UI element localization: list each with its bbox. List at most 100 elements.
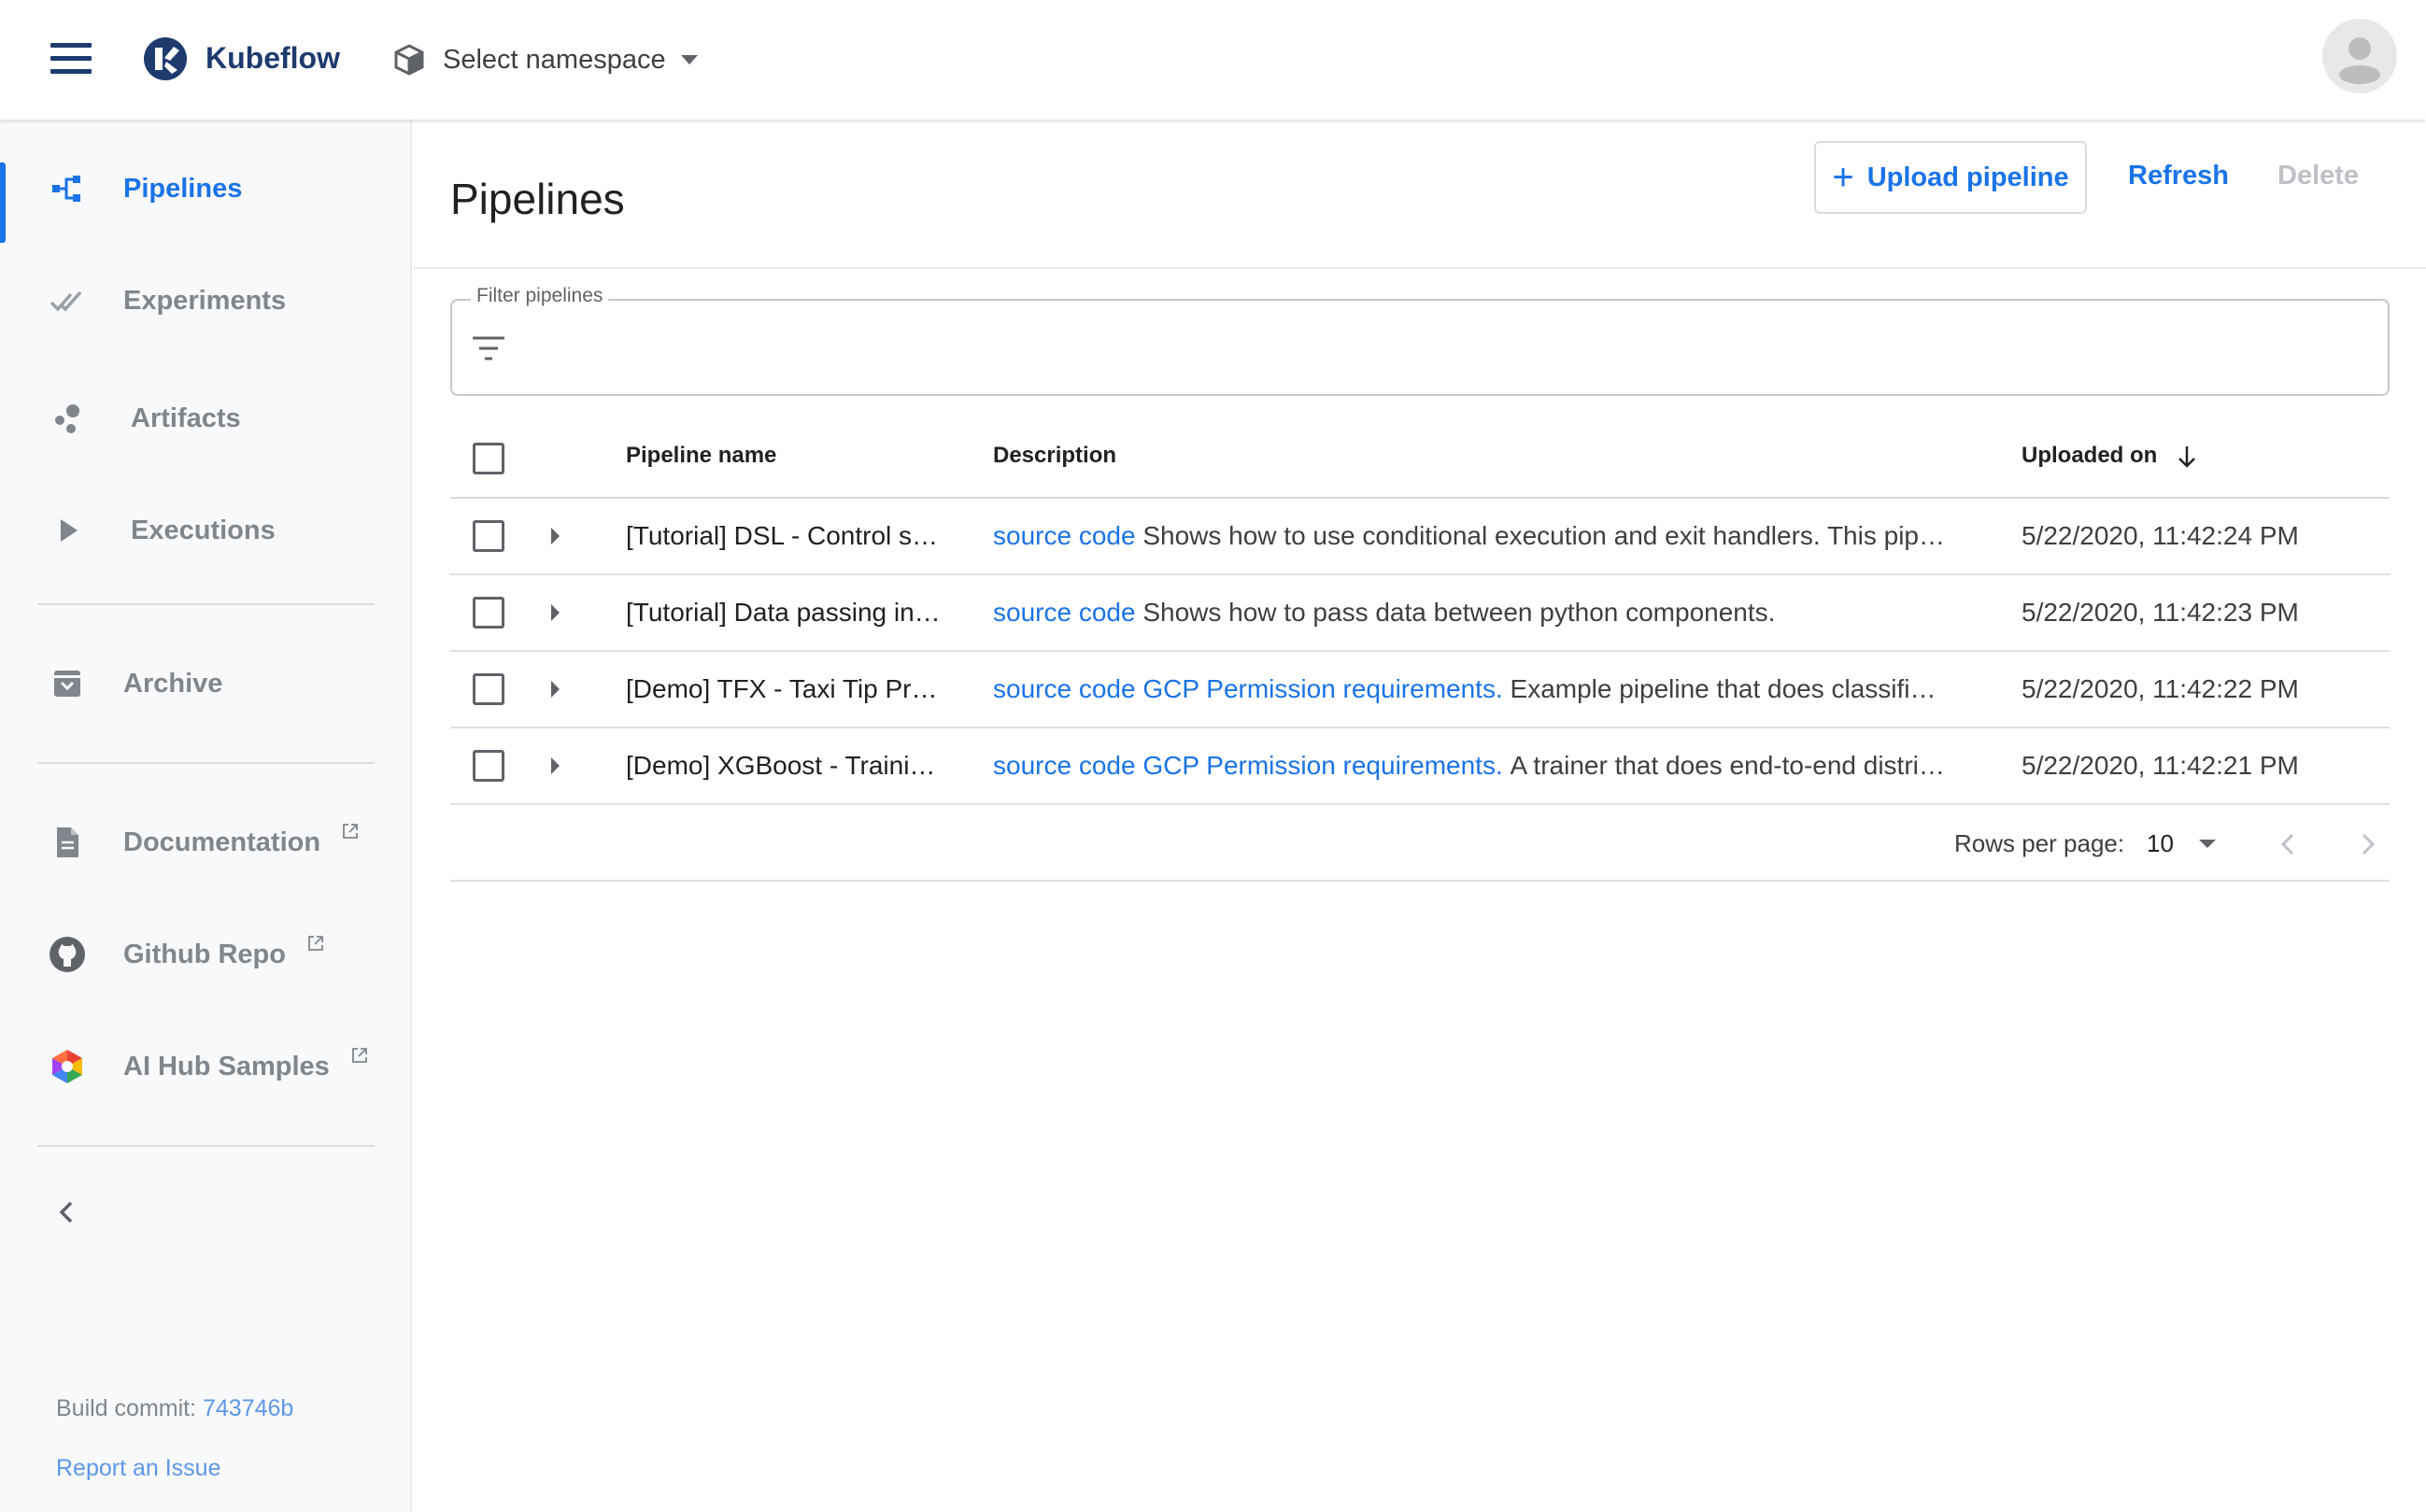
column-header-uploaded[interactable]: Uploaded on — [2022, 443, 2197, 469]
artifacts-icon — [47, 398, 88, 439]
sidebar-item-experiments[interactable]: Experiments — [0, 263, 412, 338]
sidebar-item-label: Experiments — [123, 285, 287, 316]
filter-list-icon — [473, 336, 504, 360]
row-checkbox[interactable] — [473, 673, 504, 705]
sidebar-item-label: Artifacts — [131, 403, 241, 433]
build-commit-label: Build commit: — [56, 1395, 197, 1421]
description-text: Shows how to use conditional execution a… — [1142, 521, 1945, 550]
description-text: Example pipeline that does classifi… — [1510, 674, 1937, 703]
sidebar-item-pipelines[interactable]: Pipelines — [0, 151, 412, 243]
expand-row-icon[interactable] — [551, 604, 560, 621]
sidebar-item-ai-hub-samples[interactable]: AI Hub Samples — [0, 1029, 412, 1104]
account-avatar[interactable] — [2322, 19, 2397, 93]
pipelines-table: Pipeline name Description Uploaded on [T… — [450, 420, 2390, 882]
external-link-icon — [308, 935, 323, 951]
row-checkbox[interactable] — [473, 750, 504, 782]
sidebar-item-label: AI Hub Samples — [123, 1047, 369, 1082]
source-code-link[interactable]: source code — [993, 674, 1136, 703]
experiments-icon — [47, 280, 88, 321]
column-header-name[interactable]: Pipeline name — [626, 443, 776, 469]
plus-icon: + — [1832, 157, 1854, 198]
sidebar-item-label: Documentation — [123, 823, 360, 858]
rows-per-page-label: Rows per page: — [1954, 829, 2125, 857]
source-code-link[interactable]: source code — [993, 598, 1136, 627]
external-link-icon — [351, 1047, 367, 1063]
menu-icon[interactable] — [50, 43, 92, 75]
app-title: Kubeflow — [206, 41, 340, 75]
upload-pipeline-label: Upload pipeline — [1866, 162, 2069, 192]
table-pagination: Rows per page: 10 — [450, 805, 2390, 882]
pipeline-name[interactable]: [Demo] XGBoost - Traini… — [626, 751, 972, 781]
refresh-button[interactable]: Refresh — [2128, 161, 2229, 191]
pipeline-name[interactable]: [Demo] TFX - Taxi Tip Pr… — [626, 674, 972, 704]
expand-row-icon[interactable] — [551, 681, 560, 698]
uploaded-on: 5/22/2020, 11:42:21 PM — [2022, 751, 2299, 780]
column-header-uploaded-label: Uploaded on — [2022, 443, 2158, 468]
select-all-checkbox[interactable] — [473, 443, 504, 474]
table-row[interactable]: [Tutorial] Data passing in… source code … — [450, 575, 2390, 652]
gcp-permission-link[interactable]: GCP Permission requirements — [1142, 751, 1496, 780]
sidebar-divider — [37, 762, 375, 764]
uploaded-on: 5/22/2020, 11:42:24 PM — [2022, 521, 2299, 550]
sidebar-item-github[interactable]: Github Repo — [0, 917, 412, 992]
sidebar-item-artifacts[interactable]: Artifacts — [0, 381, 412, 456]
source-code-link[interactable]: source code — [993, 751, 1136, 780]
sidebar-item-executions[interactable]: Executions — [0, 493, 412, 568]
sidebar-divider — [37, 603, 375, 605]
filter-pipelines-input[interactable] — [532, 318, 2363, 383]
uploaded-on: 5/22/2020, 11:42:23 PM — [2022, 598, 2299, 627]
top-app-bar: Kubeflow Select namespace — [0, 0, 2426, 120]
expand-row-icon[interactable] — [551, 757, 560, 774]
chevron-down-icon — [2199, 840, 2216, 848]
namespace-selector[interactable]: Select namespace — [392, 39, 698, 80]
row-checkbox[interactable] — [473, 597, 504, 629]
column-header-description[interactable]: Description — [993, 443, 1116, 469]
table-row[interactable]: [Tutorial] DSL - Control s… source code … — [450, 499, 2390, 575]
filter-label: Filter pipelines — [471, 285, 609, 307]
sidebar-item-documentation[interactable]: Documentation — [0, 805, 412, 880]
rows-per-page-value: 10 — [2147, 829, 2174, 857]
page-title: Pipelines — [450, 175, 625, 223]
person-icon — [2339, 37, 2380, 84]
description-text: Shows how to pass data between python co… — [1142, 598, 1776, 627]
row-checkbox[interactable] — [473, 520, 504, 552]
namespace-cube-icon — [394, 44, 424, 76]
document-icon — [47, 822, 88, 863]
table-header: Pipeline name Description Uploaded on — [450, 420, 2390, 499]
source-code-link[interactable]: source code — [993, 521, 1136, 550]
table-row[interactable]: [Demo] XGBoost - Traini… source code GCP… — [450, 728, 2390, 805]
build-commit: Build commit: 743746b — [56, 1395, 293, 1422]
sidebar-item-archive[interactable]: Archive — [0, 646, 412, 721]
upload-pipeline-button[interactable]: + Upload pipeline — [1814, 141, 2087, 214]
side-nav: Pipelines Experiments Artifacts Executio… — [0, 120, 412, 1512]
build-commit-link[interactable]: 743746b — [203, 1395, 293, 1421]
sidebar-item-label: Executions — [131, 515, 276, 545]
report-issue-link[interactable]: Report an Issue — [56, 1455, 221, 1482]
chevron-down-icon — [680, 55, 698, 64]
arrow-down-icon — [2178, 445, 2195, 468]
next-page-icon[interactable] — [2348, 826, 2386, 863]
pipeline-name[interactable]: [Tutorial] Data passing in… — [626, 598, 972, 628]
ai-hub-icon — [47, 1046, 88, 1087]
uploaded-on: 5/22/2020, 11:42:22 PM — [2022, 674, 2299, 703]
sidebar-item-label: Github Repo — [123, 935, 325, 970]
previous-page-icon[interactable] — [2270, 826, 2307, 863]
sidebar-divider — [37, 1145, 375, 1147]
github-icon — [47, 934, 88, 975]
namespace-label: Select namespace — [443, 44, 666, 75]
delete-button[interactable]: Delete — [2277, 161, 2359, 191]
pipelines-icon — [47, 168, 88, 209]
chevron-left-icon[interactable] — [49, 1194, 86, 1231]
gcp-permission-link[interactable]: GCP Permission requirements — [1142, 674, 1496, 703]
sidebar-item-label: Archive — [123, 668, 223, 699]
header-divider — [414, 267, 2426, 269]
external-link-icon — [343, 823, 359, 839]
kubeflow-logo-icon — [144, 37, 187, 80]
description-text: A trainer that does end-to-end distri… — [1510, 751, 1945, 780]
rows-per-page-select[interactable]: 10 — [2147, 824, 2240, 863]
play-icon — [47, 510, 88, 551]
pipeline-name[interactable]: [Tutorial] DSL - Control s… — [626, 521, 972, 551]
table-row[interactable]: [Demo] TFX - Taxi Tip Pr… source code GC… — [450, 652, 2390, 728]
archive-icon — [47, 663, 88, 704]
expand-row-icon[interactable] — [551, 528, 560, 544]
